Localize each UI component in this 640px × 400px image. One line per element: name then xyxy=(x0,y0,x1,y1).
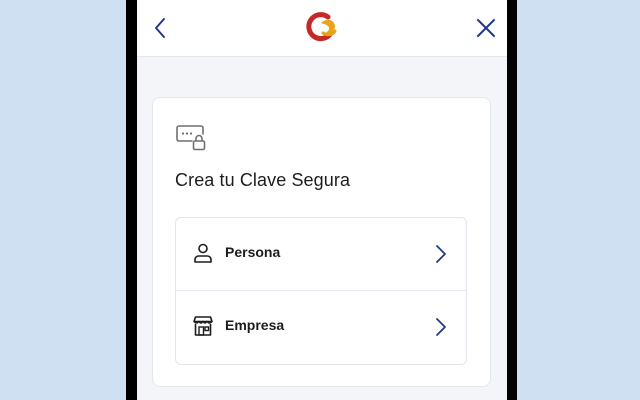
options-list: Persona Empresa xyxy=(175,217,467,365)
create-password-card: Crea tu Clave Segura Persona Empresa xyxy=(152,97,491,387)
phone-frame: Crea tu Clave Segura Persona Empresa xyxy=(126,0,517,400)
app-logo xyxy=(306,12,337,42)
store-icon xyxy=(193,316,213,336)
close-button[interactable] xyxy=(466,8,506,48)
option-persona[interactable]: Persona xyxy=(176,218,466,291)
person-icon xyxy=(194,243,212,263)
top-bar xyxy=(137,0,507,57)
close-icon xyxy=(477,19,495,37)
option-empresa[interactable]: Empresa xyxy=(176,291,466,363)
chevron-right-icon xyxy=(436,245,446,263)
app-screen: Crea tu Clave Segura Persona Empresa xyxy=(137,0,507,400)
chevron-left-icon xyxy=(155,18,165,38)
chevron-right-icon xyxy=(436,318,446,336)
password-lock-icon xyxy=(176,125,206,151)
option-persona-label: Persona xyxy=(225,244,281,260)
option-empresa-label: Empresa xyxy=(225,317,285,333)
back-button[interactable] xyxy=(140,8,180,48)
page-title: Crea tu Clave Segura xyxy=(175,170,351,190)
